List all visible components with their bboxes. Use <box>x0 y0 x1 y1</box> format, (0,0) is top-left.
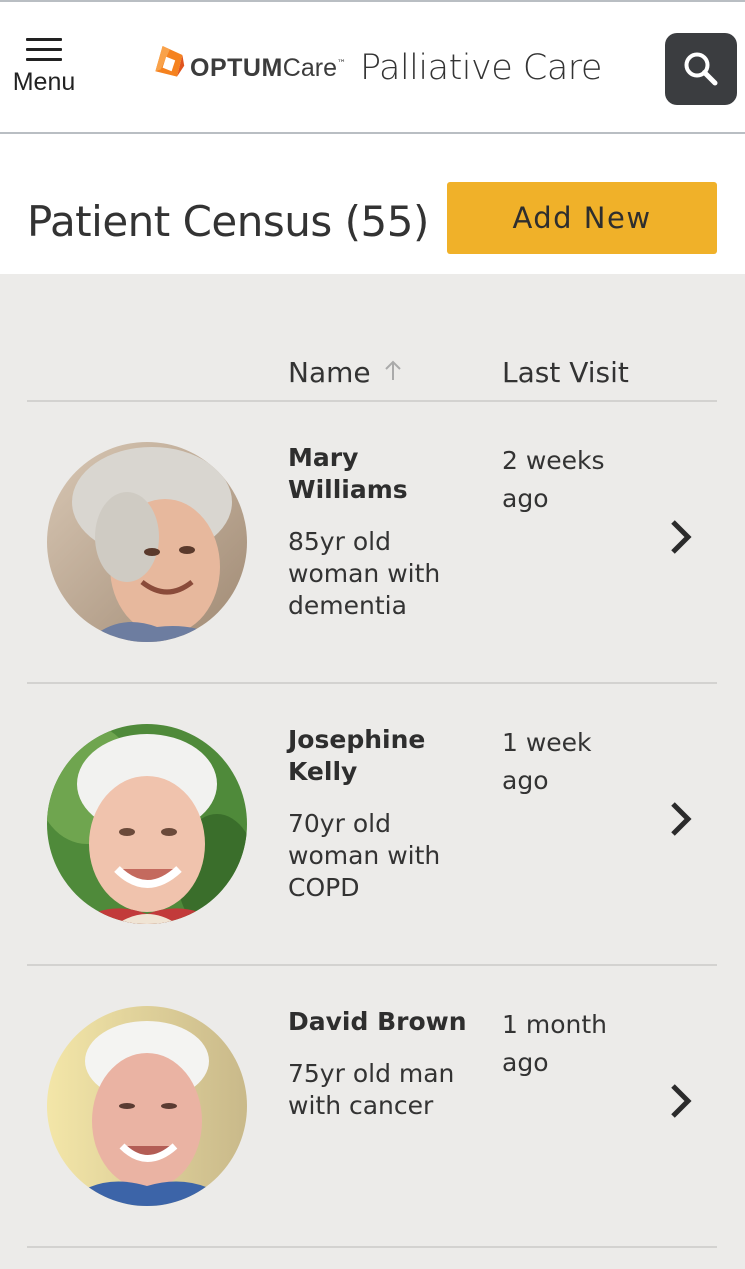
menu-label: Menu <box>12 68 76 96</box>
patient-last-visit: 2 weeks ago <box>502 446 605 513</box>
patient-name: Josephine Kelly <box>288 725 426 786</box>
optum-logo-icon <box>155 46 185 77</box>
table-divider <box>27 1246 717 1248</box>
brand: OPTUM Care ™ Palliative Care <box>150 38 602 98</box>
chevron-right-icon[interactable] <box>667 799 695 839</box>
patient-last-visit: 1 month ago <box>502 1010 607 1077</box>
search-button[interactable] <box>665 33 737 105</box>
logo-optum-text: OPTUM <box>190 53 283 82</box>
patient-name: David Brown <box>288 1007 467 1036</box>
table-row[interactable]: Josephine Kelly 70yr old woman with COPD… <box>27 684 717 964</box>
search-icon <box>684 52 718 86</box>
app-header: Menu OPTUM Care ™ Palliative Care <box>0 0 745 134</box>
hamburger-menu-icon <box>26 36 62 62</box>
column-header-name-label: Name <box>288 356 371 389</box>
logo-trademark: ™ <box>336 59 346 69</box>
patient-name: Mary Williams <box>288 443 408 504</box>
chevron-right-icon[interactable] <box>667 1081 695 1121</box>
avatar <box>47 1006 247 1206</box>
logo-care-text: Care <box>282 53 337 82</box>
avatar <box>47 442 247 642</box>
table-row[interactable]: David Brown 75yr old man with cancer 1 m… <box>27 966 717 1246</box>
menu-button[interactable]: Menu <box>8 36 80 95</box>
column-header-last-visit[interactable]: Last Visit <box>502 355 629 391</box>
add-new-button[interactable]: Add New <box>447 182 717 254</box>
sort-ascending-icon <box>384 360 401 380</box>
patient-description: 75yr old man with cancer <box>288 1059 455 1120</box>
chevron-right-icon[interactable] <box>667 517 695 557</box>
patient-description: 70yr old woman with COPD <box>288 809 441 902</box>
app-title: Palliative Care <box>359 48 602 88</box>
patient-last-visit: 1 week ago <box>502 728 592 795</box>
table-row[interactable]: Mary Williams 85yr old woman with dement… <box>27 402 717 682</box>
census-title-bar: Patient Census (55) Add New <box>0 134 745 274</box>
avatar <box>47 724 247 924</box>
page-title: Patient Census (55) <box>27 197 429 246</box>
column-header-name[interactable]: Name <box>288 355 403 391</box>
patient-description: 85yr old woman with dementia <box>288 527 441 620</box>
